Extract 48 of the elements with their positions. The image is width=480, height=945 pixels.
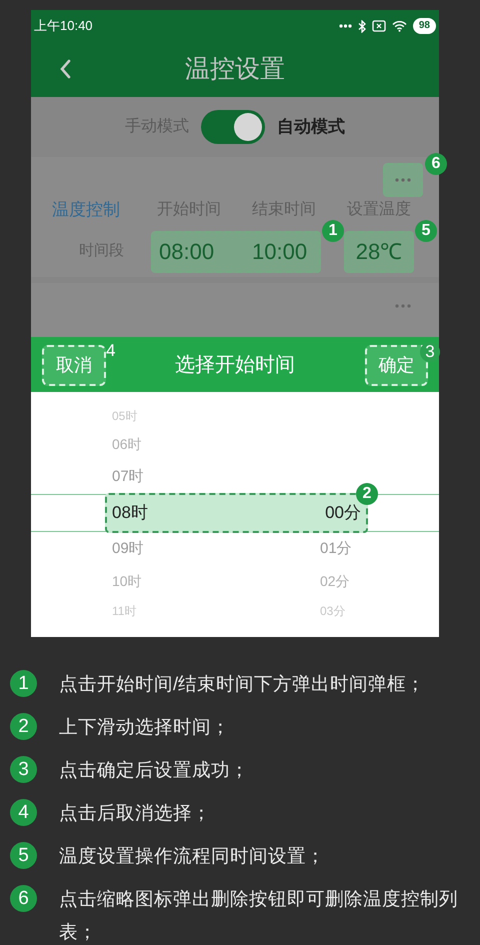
- hour-option[interactable]: 09时: [112, 538, 144, 560]
- battery-level: 98: [412, 18, 436, 34]
- step-text: 点击开始时间/结束时间下方弹出时间弹框；: [59, 672, 426, 696]
- hour-value: 08时: [112, 502, 148, 524]
- step-badge: 3: [420, 342, 440, 362]
- minute-option[interactable]: 03分: [320, 602, 346, 620]
- hour-option[interactable]: 11时: [112, 602, 136, 620]
- temperature-value: 28℃: [356, 238, 402, 266]
- temperature-field[interactable]: 28℃: [344, 230, 414, 272]
- step-number: 3: [10, 756, 37, 783]
- signal-dots-icon: [338, 24, 352, 28]
- start-time: 08:00: [158, 238, 216, 266]
- minute-value: 00分: [325, 502, 361, 524]
- step-badge: 1: [322, 220, 344, 242]
- minute-option[interactable]: 01分: [320, 538, 352, 560]
- cancel-button[interactable]: 取消: [42, 345, 106, 386]
- step-text: 温度设置操作流程同时间设置；: [59, 844, 325, 868]
- mode-toggle[interactable]: [201, 110, 265, 144]
- minute-option[interactable]: 02分: [320, 571, 350, 592]
- dots-icon: [395, 304, 411, 308]
- picker-title: 选择开始时间: [175, 352, 295, 378]
- step-badge: 6: [425, 153, 447, 175]
- hour-option[interactable]: 06时: [112, 434, 142, 455]
- step-text: 点击后取消选择；: [59, 801, 211, 825]
- hour-option[interactable]: 07时: [112, 466, 144, 488]
- time-range-field[interactable]: 08:00 10:00: [151, 230, 321, 272]
- section-title: 温度控制: [52, 199, 120, 221]
- step-number: 6: [10, 885, 37, 912]
- step-number: 1: [10, 670, 37, 697]
- dots-icon: [395, 178, 411, 182]
- sim-card-icon: [372, 20, 386, 32]
- step-badge: 5: [415, 220, 437, 242]
- step-number: 4: [106, 342, 116, 359]
- bluetooth-icon: [358, 20, 366, 32]
- step-text: 上下滑动选择时间；: [59, 715, 230, 739]
- mode-label: 自动模式: [277, 116, 345, 138]
- step-number: 4: [10, 799, 37, 826]
- step-number: 2: [10, 713, 37, 740]
- wifi-icon: [392, 20, 407, 32]
- status-time: 上午10:40: [34, 17, 93, 36]
- step-text: 点击缩略图标弹出删除按钮即可删除温度控制列表；: [59, 887, 459, 944]
- step-text: 点击确定后设置成功；: [59, 758, 249, 782]
- end-time: 10:00: [251, 238, 308, 266]
- page-title: 温控设置: [185, 54, 285, 85]
- hour-option[interactable]: 05时: [112, 406, 138, 424]
- hour-option[interactable]: 10时: [112, 571, 142, 592]
- step-number: 5: [10, 842, 37, 869]
- step-badge: 2: [356, 483, 378, 505]
